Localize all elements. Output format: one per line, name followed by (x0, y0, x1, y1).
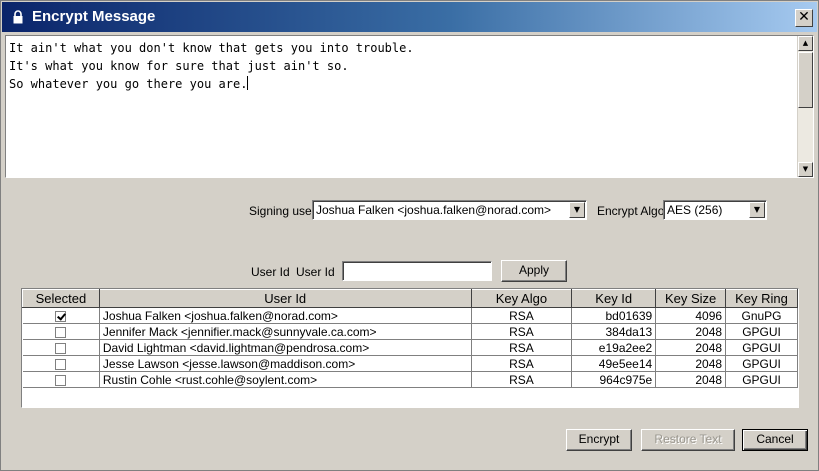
row-key-ring: GPGUI (725, 323, 798, 340)
select-checkbox[interactable] (55, 310, 67, 322)
user-id-field-label: User Id (296, 265, 335, 279)
lock-icon (13, 10, 23, 24)
window-title: Encrypt Message (32, 8, 156, 25)
row-key-id: 384da13 (571, 323, 657, 340)
arrow-down-icon[interactable]: ▼ (798, 162, 813, 177)
arrow-up-icon[interactable]: ▲ (798, 36, 813, 51)
row-key-id: e19a2ee2 (571, 339, 657, 356)
table-row[interactable]: Joshua Falken <joshua.falken@norad.com> R… (22, 307, 798, 324)
row-key-algo: RSA (471, 323, 573, 340)
encrypt-algo-label: Encrypt Algo (597, 204, 665, 218)
keys-table: Selected User Id Key Algo Key Id Key Siz… (21, 288, 799, 408)
select-checkbox[interactable] (55, 374, 67, 386)
select-checkbox[interactable] (55, 358, 67, 370)
row-key-size: 4096 (655, 307, 727, 324)
column-header-user-id[interactable]: User Id (98, 289, 472, 308)
column-header-selected[interactable]: Selected (22, 289, 100, 308)
message-text[interactable]: It ain't what you don't know that gets y… (9, 39, 794, 175)
text-caret (247, 76, 249, 90)
row-key-ring: GPGUI (725, 355, 798, 372)
restore-text-button[interactable]: Restore Text (641, 429, 735, 451)
row-key-id: 964c975e (571, 371, 657, 388)
row-key-algo: RSA (471, 355, 573, 372)
table-row[interactable]: David Lightman <david.lightman@pendrosa.… (22, 339, 798, 356)
signing-user-label: Signing user (249, 204, 316, 218)
column-header-key-id[interactable]: Key Id (571, 289, 657, 308)
message-text-area[interactable]: It ain't what you don't know that gets y… (5, 35, 814, 178)
row-key-id: 49e5ee14 (571, 355, 657, 372)
row-key-size: 2048 (655, 323, 727, 340)
table-row[interactable]: Rustin Cohle <rust.cohle@soylent.com> RSA… (22, 371, 798, 388)
row-key-ring: GPGUI (725, 339, 798, 356)
row-key-algo: RSA (471, 307, 573, 324)
row-key-size: 2048 (655, 339, 727, 356)
chevron-down-icon[interactable]: ▼ (569, 202, 585, 218)
vertical-scrollbar[interactable]: ▲ ▼ (797, 36, 813, 177)
row-selected-cell (22, 307, 100, 324)
close-button[interactable]: ✕ (795, 9, 813, 27)
cancel-button[interactable]: Cancel (742, 429, 808, 451)
signing-user-select[interactable]: Joshua Falken <joshua.falken@norad.com> … (312, 200, 587, 220)
scrollbar-thumb[interactable] (798, 52, 813, 108)
row-key-algo: RSA (471, 339, 573, 356)
chevron-down-icon[interactable]: ▼ (749, 202, 765, 218)
row-key-size: 2048 (655, 355, 727, 372)
encrypt-algo-value: AES (256) (667, 203, 723, 217)
row-user-id: Joshua Falken <joshua.falken@norad.com> (99, 307, 472, 324)
row-selected-cell (22, 339, 100, 356)
column-header-key-ring[interactable]: Key Ring (725, 289, 798, 308)
signing-user-value: Joshua Falken <joshua.falken@norad.com> (316, 203, 551, 217)
row-selected-cell (22, 355, 100, 372)
row-key-id: bd01639 (571, 307, 657, 324)
user-id-label: User Id (251, 265, 290, 279)
encrypt-dialog: Encrypt Message ✕ It ain't what you don'… (0, 0, 819, 471)
column-header-key-algo[interactable]: Key Algo (470, 289, 573, 308)
encrypt-algo-select[interactable]: AES (256) ▼ (663, 200, 767, 220)
column-header-key-size[interactable]: Key Size (655, 289, 727, 308)
table-row[interactable]: Jesse Lawson <jesse.lawson@maddison.com>… (22, 355, 798, 372)
row-key-algo: RSA (471, 371, 573, 388)
row-user-id: Jesse Lawson <jesse.lawson@maddison.com> (99, 355, 472, 372)
message-line-3: So whatever you go there you are. (9, 77, 248, 91)
row-key-ring: GPGUI (725, 371, 798, 388)
table-header-row: Selected User Id Key Algo Key Id Key Siz… (22, 289, 798, 308)
message-line-2: It's what you know for sure that just ai… (9, 59, 349, 73)
row-user-id: Rustin Cohle <rust.cohle@soylent.com> (99, 371, 472, 388)
table-row[interactable]: Jennifer Mack <jennifier.mack@sunnyvale.… (22, 323, 798, 340)
select-checkbox[interactable] (55, 342, 67, 354)
select-checkbox[interactable] (55, 326, 67, 338)
row-selected-cell (22, 371, 100, 388)
row-user-id: Jennifer Mack <jennifier.mack@sunnyvale.… (99, 323, 472, 340)
message-line-1: It ain't what you don't know that gets y… (9, 41, 414, 55)
row-key-ring: GnuPG (725, 307, 798, 324)
row-user-id: David Lightman <david.lightman@pendrosa.… (99, 339, 472, 356)
user-id-input[interactable] (342, 261, 492, 281)
row-selected-cell (22, 323, 100, 340)
title-bar[interactable]: Encrypt Message ✕ (2, 2, 817, 32)
row-key-size: 2048 (655, 371, 727, 388)
apply-button[interactable]: Apply (501, 260, 567, 282)
encrypt-button[interactable]: Encrypt (566, 429, 632, 451)
